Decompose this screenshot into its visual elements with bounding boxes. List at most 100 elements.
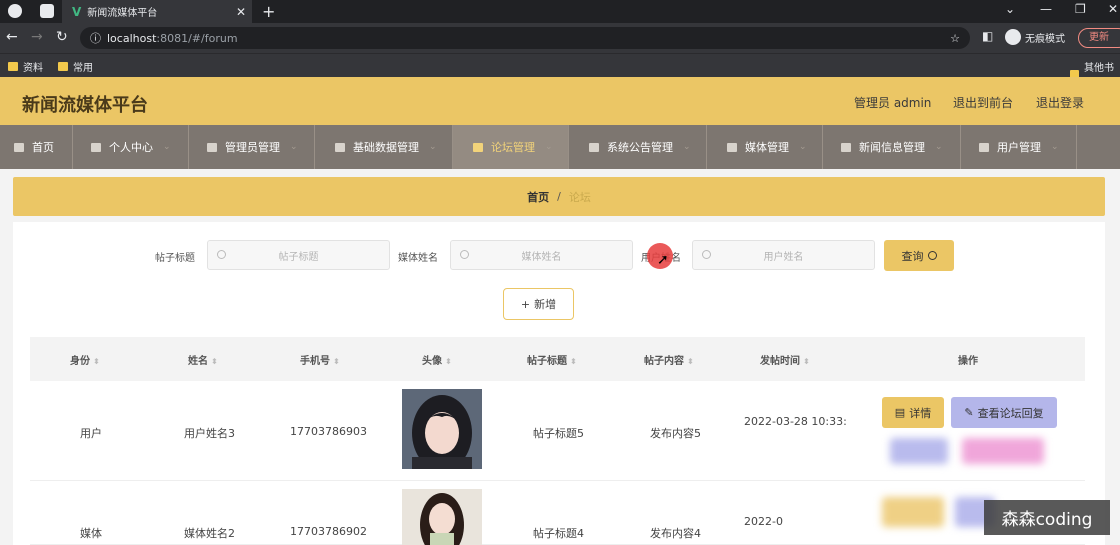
incognito-indicator[interactable]: 无痕模式 <box>1005 29 1065 45</box>
chevron-down-icon: ⌄ <box>935 142 943 152</box>
cell-post-content: 发布内容5 <box>650 427 701 440</box>
table-header: 身份 ⬍ 姓名 ⬍ 手机号 ⬍ 头像 ⬍ 帖子标题 ⬍ 帖子内容 ⬍ 发帖时间 ⬍ 操作 <box>30 337 1085 381</box>
detail-button[interactable]: ▤ 详情 <box>882 397 944 428</box>
sort-icon: ⬍ <box>211 357 218 366</box>
chevron-down-icon: ⌄ <box>545 142 553 152</box>
plus-icon: + <box>520 297 531 311</box>
blurred-button <box>890 438 948 464</box>
incognito-icon <box>1005 29 1021 45</box>
media-name-label: 媒体姓名 <box>398 253 438 264</box>
tab-title: 新闻流媒体平台 <box>87 8 158 19</box>
tab-overview-icon[interactable] <box>40 4 54 18</box>
menu-item-notice[interactable]: 系统公告管理 ⌄ <box>569 125 707 169</box>
watermark: 森森coding <box>984 500 1110 535</box>
bookmark-folder[interactable]: 资料 <box>8 59 43 74</box>
breadcrumb-separator: / <box>557 190 561 203</box>
back-icon[interactable]: ← <box>6 29 18 45</box>
media-name-input[interactable]: 媒体姓名 <box>450 240 633 270</box>
close-window-icon[interactable]: ✕ <box>1108 2 1118 16</box>
vue-logo-icon: V <box>72 4 82 19</box>
bookmark-folder[interactable]: 常用 <box>58 59 93 74</box>
tab-search-icon[interactable]: ⌄ <box>1005 2 1015 16</box>
logout-link[interactable]: 退出登录 <box>1036 94 1084 111</box>
column-header[interactable]: 头像 ⬍ <box>422 352 452 367</box>
menu-item-admin[interactable]: 管理员管理 ⌄ <box>189 125 315 169</box>
document-icon: ▤ <box>894 406 906 419</box>
menu-item-home[interactable]: 首页 <box>0 125 73 169</box>
breadcrumb: 首页 / 论坛 <box>13 177 1105 216</box>
post-title-input[interactable]: 帖子标题 <box>207 240 390 270</box>
query-button[interactable]: 查询 <box>884 240 954 271</box>
flag-icon <box>473 142 483 152</box>
column-header[interactable]: 帖子内容 ⬍ <box>644 352 694 367</box>
column-header[interactable]: 姓名 ⬍ <box>188 352 218 367</box>
breadcrumb-home[interactable]: 首页 <box>527 189 549 205</box>
clock-icon <box>841 142 851 152</box>
breadcrumb-current: 论坛 <box>568 190 591 204</box>
edit-icon: ✎ <box>964 406 974 419</box>
browser-tab-bar: V 新闻流媒体平台 ✕ + ⌄ — ❐ ✕ <box>0 0 1120 23</box>
forward-icon: → <box>31 29 43 45</box>
bookmarks-bar: 资料 常用 其他书签 <box>0 53 1120 89</box>
add-button[interactable]: + 新增 <box>503 288 574 320</box>
cell-post-time: 2022-0 <box>744 515 783 528</box>
mouse-cursor-icon: ➚ <box>657 252 669 268</box>
restore-icon[interactable]: ❐ <box>1075 2 1086 16</box>
menu-item-forum[interactable]: 论坛管理 ⌄ <box>453 125 569 169</box>
url-path: :8081/#/forum <box>156 31 238 45</box>
sidepanel-icon[interactable]: ◧ <box>982 29 993 43</box>
address-bar[interactable]: ⓘ localhost:8081/#/forum ☆ <box>80 27 970 49</box>
menu-item-profile[interactable]: 个人中心 ⌄ <box>73 125 189 169</box>
update-button[interactable]: 更新 <box>1078 28 1120 48</box>
back-to-front-link[interactable]: 退出到前台 <box>953 94 1013 111</box>
url-host: localhost <box>107 31 157 45</box>
new-tab-icon[interactable]: + <box>262 2 275 21</box>
column-header[interactable]: 手机号 ⬍ <box>300 352 340 367</box>
menu-item-users[interactable]: 用户管理 ⌄ <box>961 125 1077 169</box>
tab-close-icon[interactable]: ✕ <box>236 5 246 19</box>
chevron-down-icon: ⌄ <box>799 142 807 152</box>
home-icon <box>14 142 24 152</box>
search-icon <box>927 251 937 260</box>
main-menu: 首页 个人中心 ⌄ 管理员管理 ⌄ 基础数据管理 ⌄ 论坛管理 ⌄ 系统公告管理 ⌄ 媒体… <box>0 125 1120 169</box>
folder-icon <box>58 62 68 71</box>
menu-item-media[interactable]: 媒体管理 ⌄ <box>707 125 823 169</box>
menu-item-news[interactable]: 新闻信息管理 ⌄ <box>823 125 961 169</box>
cell-role: 媒体 <box>80 527 102 540</box>
chevron-down-icon: ⌄ <box>683 142 691 152</box>
reload-icon[interactable]: ↻ <box>56 29 68 45</box>
browser-tab[interactable]: V 新闻流媒体平台 ✕ <box>62 0 252 23</box>
site-title: 新闻流媒体平台 <box>22 95 148 116</box>
bookmark-star-icon[interactable]: ☆ <box>950 32 960 45</box>
minimize-icon[interactable]: — <box>1040 2 1052 16</box>
blurred-button <box>962 438 1044 464</box>
cell-name: 媒体姓名2 <box>184 527 235 540</box>
search-icon <box>702 250 711 259</box>
cell-phone: 17703786902 <box>290 525 367 538</box>
chevron-down-icon: ⌄ <box>429 142 437 152</box>
cell-name: 用户姓名3 <box>184 427 235 440</box>
column-header[interactable]: 发帖时间 ⬍ <box>760 352 810 367</box>
cell-post-time: 2022-03-28 10:33: <box>744 415 847 428</box>
column-header[interactable]: 帖子标题 ⬍ <box>527 352 577 367</box>
media-icon <box>727 142 737 152</box>
cell-post-content: 发布内容4 <box>650 527 701 540</box>
users-icon <box>979 142 989 152</box>
column-header[interactable]: 身份 ⬍ <box>70 352 100 367</box>
chevron-down-icon: ⌄ <box>163 142 171 152</box>
folder-icon <box>8 62 18 71</box>
search-icon <box>217 250 226 259</box>
chevron-down-icon: ⌄ <box>290 142 298 152</box>
avatar[interactable] <box>402 389 482 469</box>
sort-icon: ⬍ <box>803 357 810 366</box>
menu-item-basic-data[interactable]: 基础数据管理 ⌄ <box>315 125 453 169</box>
cell-post-title: 帖子标题5 <box>533 427 584 440</box>
user-name-input[interactable]: 用户姓名 <box>692 240 875 270</box>
browser-profile-icon[interactable] <box>8 4 22 18</box>
avatar[interactable] <box>402 489 482 545</box>
view-replies-button[interactable]: ✎ 查看论坛回复 <box>951 397 1057 428</box>
sort-icon: ⬍ <box>570 357 577 366</box>
incognito-label: 无痕模式 <box>1025 33 1065 45</box>
browser-toolbar: ← → ↻ ⓘ localhost:8081/#/forum ☆ ◧ 无痕模式 … <box>0 23 1120 53</box>
user-icon <box>91 142 101 152</box>
